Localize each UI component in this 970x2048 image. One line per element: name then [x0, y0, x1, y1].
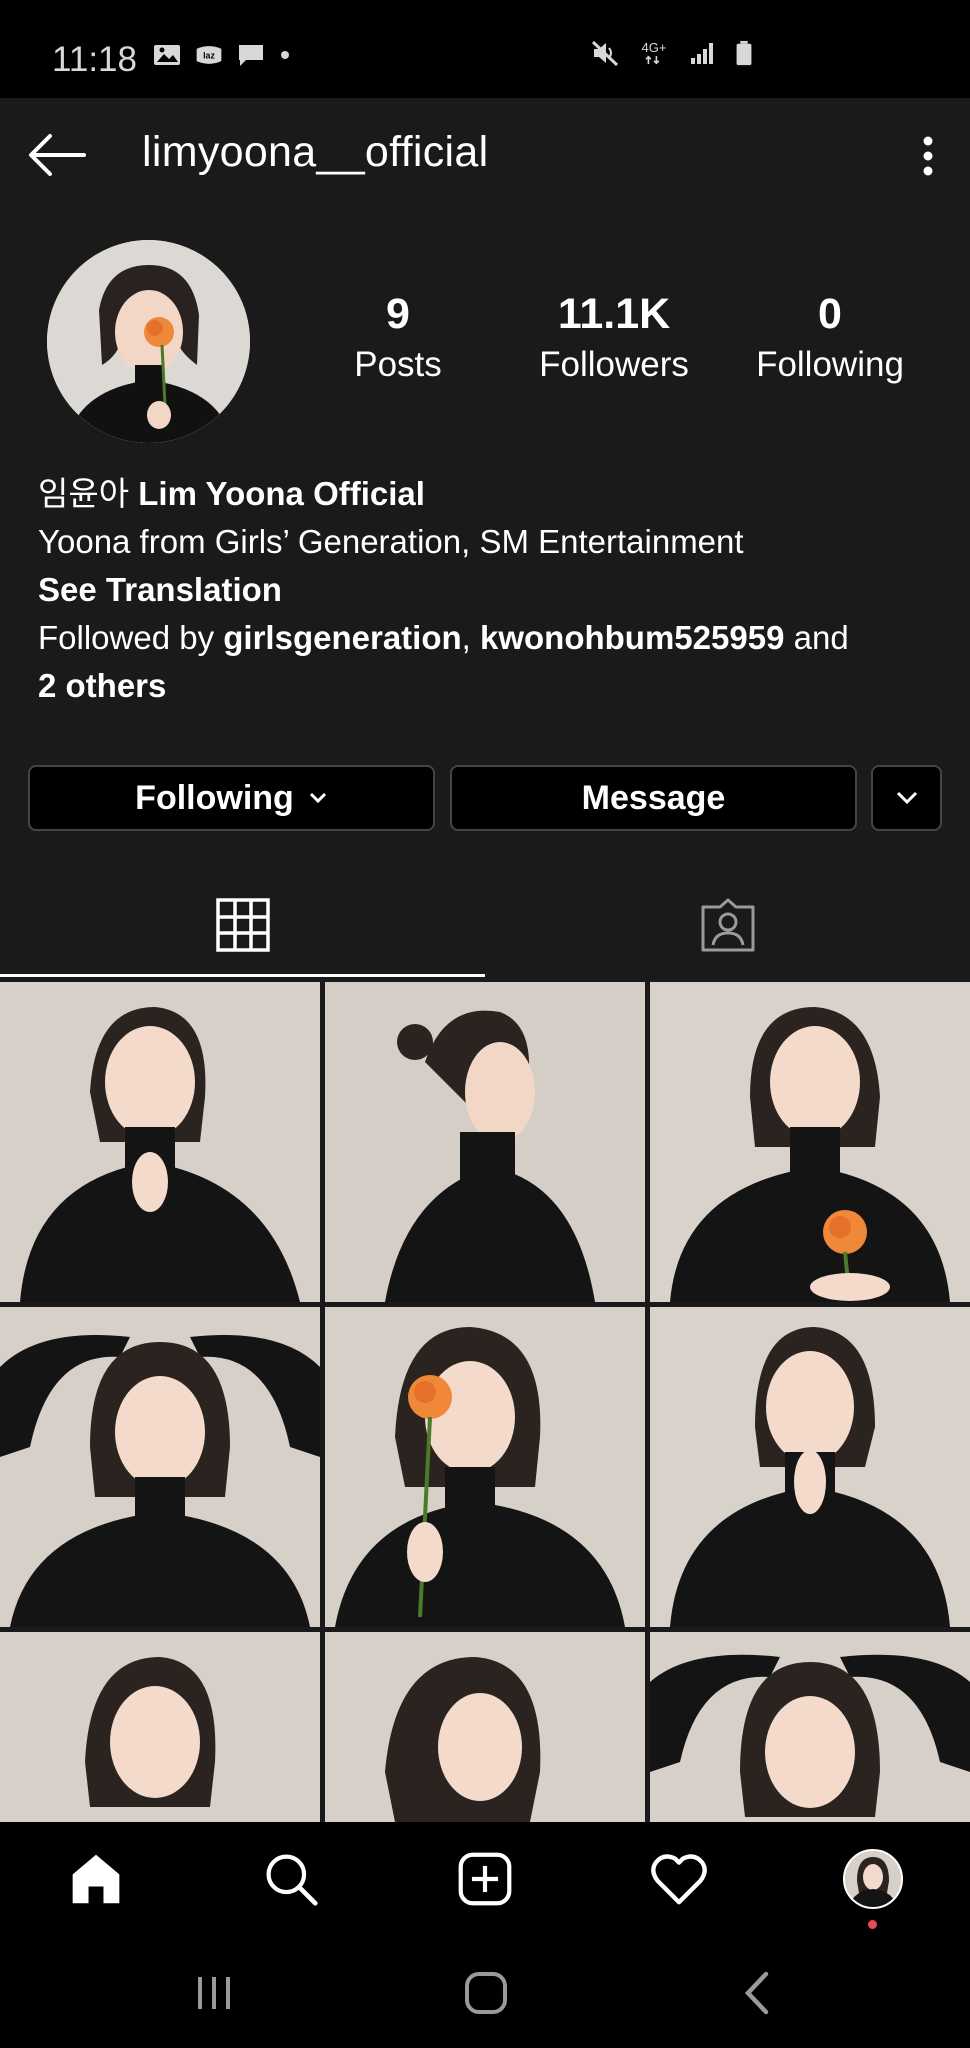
post-image [0, 1632, 320, 1822]
arrow-left-icon [29, 134, 86, 176]
bio-text: Yoona from Girls’ Generation, SM Enterta… [38, 523, 744, 560]
battery-icon [734, 40, 754, 66]
followers-count[interactable]: 11.1K Followers [514, 290, 714, 385]
following-count-value: 0 [818, 290, 842, 338]
status-time: 11:18 [52, 40, 137, 79]
posts-count[interactable]: 9 Posts [298, 290, 498, 385]
more-vertical-icon [923, 136, 933, 176]
profile-bio: 임윤아 Lim Yoona Official Yoona from Girls’… [38, 470, 938, 710]
post-image [325, 1632, 645, 1822]
post-thumbnail[interactable] [0, 1632, 320, 1822]
back-button[interactable] [26, 132, 88, 178]
post-image [325, 1307, 645, 1627]
followed-by-separator: , [461, 619, 471, 656]
home-square-icon [465, 1972, 507, 2014]
network-4g-icon: 4G+ [636, 40, 672, 66]
see-translation-link[interactable]: See Translation [38, 566, 938, 614]
tab-tagged[interactable] [485, 870, 970, 980]
bottom-navigation [0, 1822, 970, 1934]
tab-grid[interactable] [0, 870, 485, 980]
status-notification-icons: laz [152, 42, 292, 68]
following-count-label: Following [756, 345, 904, 384]
post-image [650, 1632, 970, 1822]
post-thumbnail[interactable] [325, 1632, 645, 1822]
dot-icon [278, 42, 292, 68]
post-image [650, 1307, 970, 1627]
laz-app-icon: laz [194, 42, 224, 68]
followed-by-prefix: Followed by [38, 619, 215, 656]
followed-by-and: and [793, 619, 849, 656]
chevron-down-icon [309, 792, 326, 804]
post-image [0, 982, 320, 1302]
status-bar: 11:18 laz 4G+ [0, 0, 970, 98]
more-options-button[interactable] [908, 134, 948, 178]
profile-header: limyoona__official [0, 98, 970, 213]
followers-count-value: 11.1K [557, 290, 671, 338]
notification-dot [868, 1920, 877, 1929]
display-name-english: Lim Yoona Official [138, 475, 425, 512]
signal-icon [688, 40, 718, 66]
chat-icon [236, 42, 266, 68]
image-icon [152, 42, 182, 68]
nav-profile[interactable] [838, 1844, 908, 1914]
post-thumbnail[interactable] [650, 982, 970, 1302]
status-system-icons: 4G+ [590, 40, 754, 66]
posts-count-label: Posts [354, 345, 442, 384]
nav-search[interactable] [256, 1844, 326, 1914]
followed-by-user-1[interactable]: girlsgeneration [223, 619, 461, 656]
mute-icon [590, 40, 620, 66]
nav-home[interactable] [61, 1844, 131, 1914]
system-navigation-bar [0, 1934, 970, 2048]
message-button[interactable]: Message [450, 765, 857, 831]
suggested-accounts-button[interactable] [871, 765, 942, 831]
nav-activity[interactable] [644, 1844, 714, 1914]
posts-count-value: 9 [386, 290, 410, 338]
profile-photo [47, 240, 250, 443]
post-thumbnail[interactable] [650, 1632, 970, 1822]
back-system-button[interactable] [733, 1970, 783, 2016]
followed-by-others[interactable]: 2 others [38, 662, 938, 710]
post-image [650, 982, 970, 1302]
followed-by-line[interactable]: Followed by girlsgeneration, kwonohbum52… [38, 614, 938, 662]
post-thumbnail[interactable] [325, 982, 645, 1302]
post-thumbnail[interactable] [325, 1307, 645, 1627]
network-label: 4G+ [641, 39, 667, 55]
home-icon [72, 1854, 120, 1904]
recent-apps-icon [198, 1977, 230, 2009]
username-title: limyoona__official [142, 128, 489, 176]
search-icon [266, 1854, 318, 1906]
chevron-left-icon [744, 1971, 769, 2015]
svg-text:laz: laz [203, 51, 215, 61]
display-name: 임윤아 Lim Yoona Official [38, 470, 938, 518]
following-button-label: Following [135, 778, 294, 817]
add-post-icon [458, 1852, 512, 1906]
tagged-person-icon [701, 898, 754, 952]
post-thumbnail[interactable] [0, 982, 320, 1302]
post-thumbnail[interactable] [650, 1307, 970, 1627]
message-button-label: Message [581, 778, 726, 817]
following-count[interactable]: 0 Following [730, 290, 930, 385]
activity-heart-icon [651, 1854, 707, 1905]
profile-avatar[interactable] [47, 240, 250, 443]
recent-apps-button[interactable] [189, 1970, 239, 2016]
following-button[interactable]: Following [28, 765, 435, 831]
active-tab-indicator [0, 974, 485, 977]
post-image [325, 982, 645, 1302]
post-thumbnail[interactable] [0, 1307, 320, 1627]
profile-avatar-small [843, 1849, 903, 1909]
nav-new-post[interactable] [450, 1844, 520, 1914]
chevron-down-icon [896, 791, 917, 805]
followed-by-user-2[interactable]: kwonohbum525959 [480, 619, 784, 656]
profile-tabs [0, 870, 970, 980]
post-image [0, 1307, 320, 1627]
home-system-button[interactable] [461, 1970, 511, 2016]
posts-grid [0, 982, 970, 1822]
display-name-korean: 임윤아 [38, 475, 130, 512]
grid-icon [215, 898, 270, 952]
followers-count-label: Followers [539, 345, 689, 384]
